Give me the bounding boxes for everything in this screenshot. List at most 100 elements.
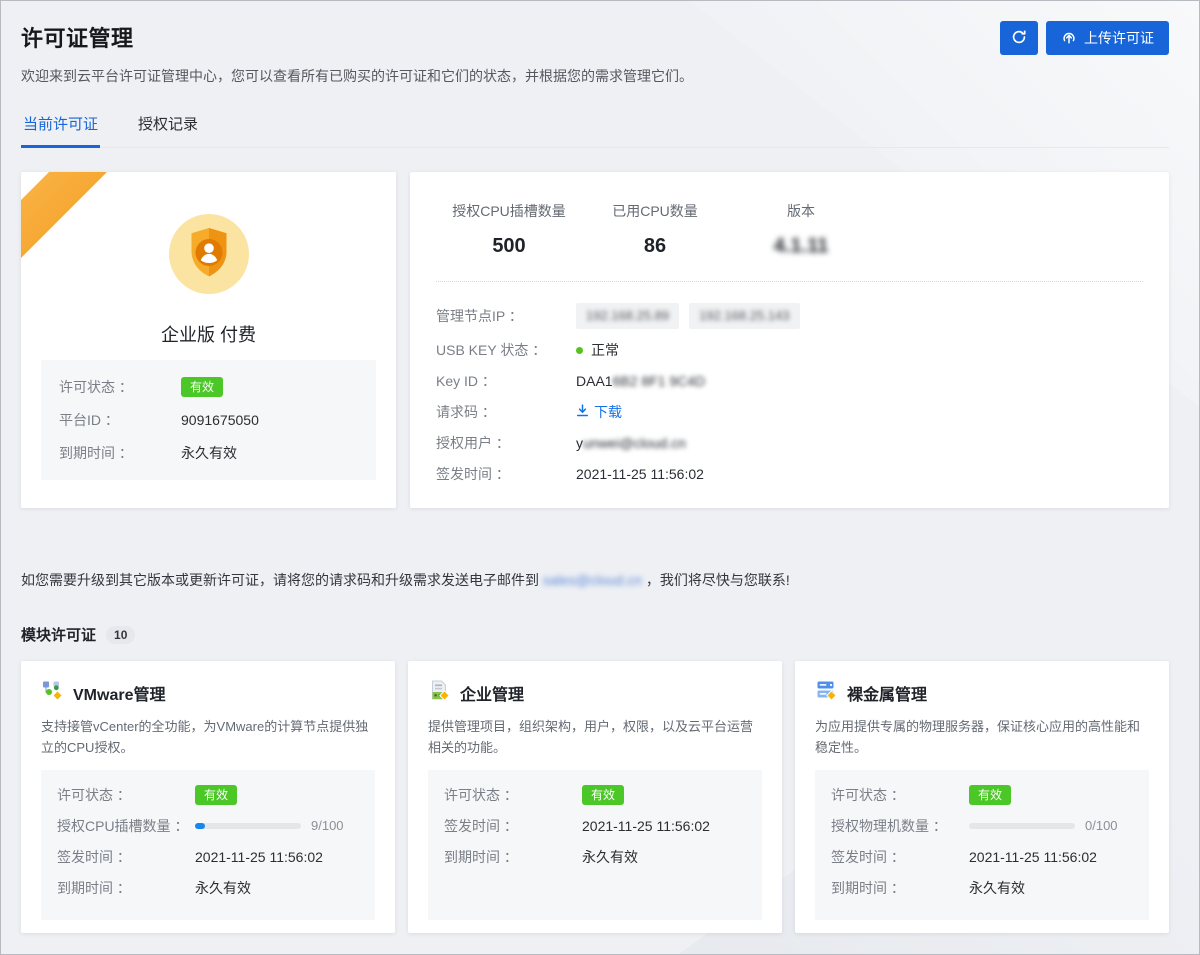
progress-track [969, 823, 1075, 829]
info-label: 签发时间 ： [57, 847, 195, 867]
download-link-label: 下载 [594, 402, 622, 422]
module-info-panel: 许可状态 ： 有效 授权物理机数量 ： 0/100 签发时间 ： 2021-11… [815, 770, 1149, 920]
note-email-masked: sales@cloud.cn [543, 572, 642, 588]
module-card-baremetal: 裸金属管理 为应用提供专属的物理服务器，保证核心应用的高性能和稳定性。 许可状态… [795, 661, 1169, 933]
info-label: USB KEY 状态 ： [436, 340, 576, 360]
module-section-header: 模块许可证 10 [21, 624, 1169, 645]
header-actions: 上传许可证 [1000, 21, 1169, 55]
status-badge: 有效 [181, 377, 223, 397]
info-label: 许可状态 ： [57, 785, 195, 805]
user-prefix: y [576, 433, 583, 453]
info-label: 授权用户 ： [436, 433, 576, 453]
refresh-button[interactable] [1000, 21, 1038, 55]
info-row-expire-time: 到期时间 ： 永久有效 [59, 443, 358, 463]
module-description: 提供管理项目，组织架构，用户，权限，以及云平台运营相关的功能。 [428, 716, 762, 758]
page-subtitle: 欢迎来到云平台许可证管理中心，您可以查看所有已购买的许可证和它们的状态，并根据您… [21, 66, 693, 86]
refresh-icon [1011, 29, 1027, 48]
issue-time-value: 2021-11-25 11:56:02 [969, 847, 1097, 867]
info-label: 请求码 ： [436, 402, 576, 422]
page-title: 许可证管理 [21, 21, 693, 53]
issue-time-value: 2021-11-25 11:56:02 [576, 464, 704, 484]
module-title: 企业管理 [460, 681, 524, 705]
license-overview-row: 企业版 付费 许可状态 ： 有效 平台ID ： 9091675050 到期时间 … [21, 172, 1169, 508]
info-row-issue-time: 签发时间 ： 2021-11-25 11:56:02 [57, 847, 359, 867]
green-dot [576, 347, 583, 354]
module-card-header: VMware管理 [41, 679, 375, 706]
tab-current-license[interactable]: 当前许可证 [21, 113, 100, 147]
upload-button-label: 上传许可证 [1084, 28, 1154, 48]
progress-track [195, 823, 301, 829]
license-stats: 授权CPU插槽数量 500 已用CPU数量 86 版本 4.1.11 [436, 201, 1143, 258]
note-suffix: ，我们将尽快与您联系! [646, 572, 790, 588]
vmware-icon [41, 679, 63, 706]
info-label: 到期时间 ： [59, 443, 181, 463]
stat-cpu-used: 已用CPU数量 86 [582, 201, 728, 258]
enterprise-icon [428, 679, 450, 706]
page-header-text: 许可证管理 欢迎来到云平台许可证管理中心，您可以查看所有已购买的许可证和它们的状… [21, 19, 693, 86]
shield-user-icon [169, 214, 249, 294]
ip-chip: 192.168.25.143 [689, 303, 799, 329]
download-link[interactable]: 下载 [576, 402, 622, 422]
info-row-key-id: Key ID ： DAA1 6B2 8F1 9C4D [436, 371, 1143, 391]
stat-label: 授权CPU插槽数量 [436, 201, 582, 221]
info-row-issue-time: 签发时间 ： 2021-11-25 11:56:02 [444, 816, 746, 836]
info-label: 授权物理机数量 ： [831, 816, 969, 836]
info-row-license-status: 许可状态 ： 有效 [59, 377, 358, 397]
stat-value: 500 [436, 235, 582, 258]
module-count-badge: 10 [106, 626, 135, 644]
info-row-expire-time: 到期时间 ： 永久有效 [57, 878, 359, 898]
module-info-panel: 许可状态 ： 有效 授权CPU插槽数量 ： 9/100 签发时间 ： 2021-… [41, 770, 375, 920]
module-section-title: 模块许可证 [21, 624, 96, 645]
issue-time-value: 2021-11-25 11:56:02 [195, 847, 323, 867]
info-row-management-ip: 管理节点IP ： 192.168.25.89 192.168.25.143 [436, 303, 1143, 329]
user-masked: unwei@cloud.cn [583, 433, 686, 453]
module-info-panel: 许可状态 ： 有效 签发时间 ： 2021-11-25 11:56:02 到期时… [428, 770, 762, 920]
progress-text: 0/100 [1085, 816, 1118, 836]
key-id-prefix: DAA1 [576, 371, 613, 391]
progress-fill [195, 823, 205, 829]
upload-cloud-icon [1061, 29, 1077, 48]
key-id-masked: 6B2 8F1 9C4D [613, 371, 706, 391]
edition-title: 企业版 付费 [21, 321, 396, 347]
quota-progress: 0/100 [969, 816, 1118, 836]
info-row-license-status: 许可状态 ： 有效 [444, 785, 746, 805]
module-card-header: 企业管理 [428, 679, 762, 706]
license-detail-card: 授权CPU插槽数量 500 已用CPU数量 86 版本 4.1.11 管理节点I… [410, 172, 1169, 508]
module-title: VMware管理 [73, 681, 165, 705]
status-badge: 有效 [195, 785, 237, 805]
progress-text: 9/100 [311, 816, 344, 836]
stat-label: 版本 [728, 201, 874, 221]
module-description: 为应用提供专属的物理服务器，保证核心应用的高性能和稳定性。 [815, 716, 1149, 758]
info-label: 平台ID ： [59, 410, 181, 430]
info-label: 许可状态 ： [831, 785, 969, 805]
info-row-expire-time: 到期时间 ： 永久有效 [444, 847, 746, 867]
upload-license-button[interactable]: 上传许可证 [1046, 21, 1169, 55]
tab-authorization-records[interactable]: 授权记录 [136, 113, 200, 147]
info-row-platform-id: 平台ID ： 9091675050 [59, 410, 358, 430]
license-management-page: 许可证管理 欢迎来到云平台许可证管理中心，您可以查看所有已购买的许可证和它们的状… [1, 1, 1199, 954]
info-label: 管理节点IP ： [436, 306, 576, 326]
info-row-request-code: 请求码 ： 下载 [436, 402, 1143, 422]
license-edition-card: 企业版 付费 许可状态 ： 有效 平台ID ： 9091675050 到期时间 … [21, 172, 396, 508]
platform-id-value: 9091675050 [181, 410, 259, 430]
license-info-panel: 许可状态 ： 有效 平台ID ： 9091675050 到期时间 ： 永久有效 [41, 360, 376, 480]
stat-cpu-sockets: 授权CPU插槽数量 500 [436, 201, 582, 258]
corner-ribbon [21, 172, 111, 267]
page-header: 许可证管理 欢迎来到云平台许可证管理中心，您可以查看所有已购买的许可证和它们的状… [21, 19, 1169, 86]
status-badge: 有效 [969, 785, 1011, 805]
module-card-vmware: VMware管理 支持接管vCenter的全功能，为VMware的计算节点提供独… [21, 661, 395, 933]
info-label: 到期时间 ： [444, 847, 582, 867]
info-row-license-status: 许可状态 ： 有效 [57, 785, 359, 805]
usb-status-value: 正常 [591, 340, 619, 360]
info-row-usb-key-status: USB KEY 状态 ： 正常 [436, 340, 1143, 360]
expire-time-value: 永久有效 [195, 878, 251, 898]
expire-time-value: 永久有效 [969, 878, 1025, 898]
upgrade-note: 如您需要升级到其它版本或更新许可证，请将您的请求码和升级需求发送电子邮件到 sa… [21, 570, 1169, 590]
baremetal-icon [815, 679, 837, 706]
download-icon [576, 402, 589, 422]
ip-chip: 192.168.25.89 [576, 303, 679, 329]
info-label: Key ID ： [436, 371, 576, 391]
module-card-header: 裸金属管理 [815, 679, 1149, 706]
info-row-issue-time: 签发时间 ： 2021-11-25 11:56:02 [831, 847, 1133, 867]
dotted-divider [436, 281, 1143, 282]
